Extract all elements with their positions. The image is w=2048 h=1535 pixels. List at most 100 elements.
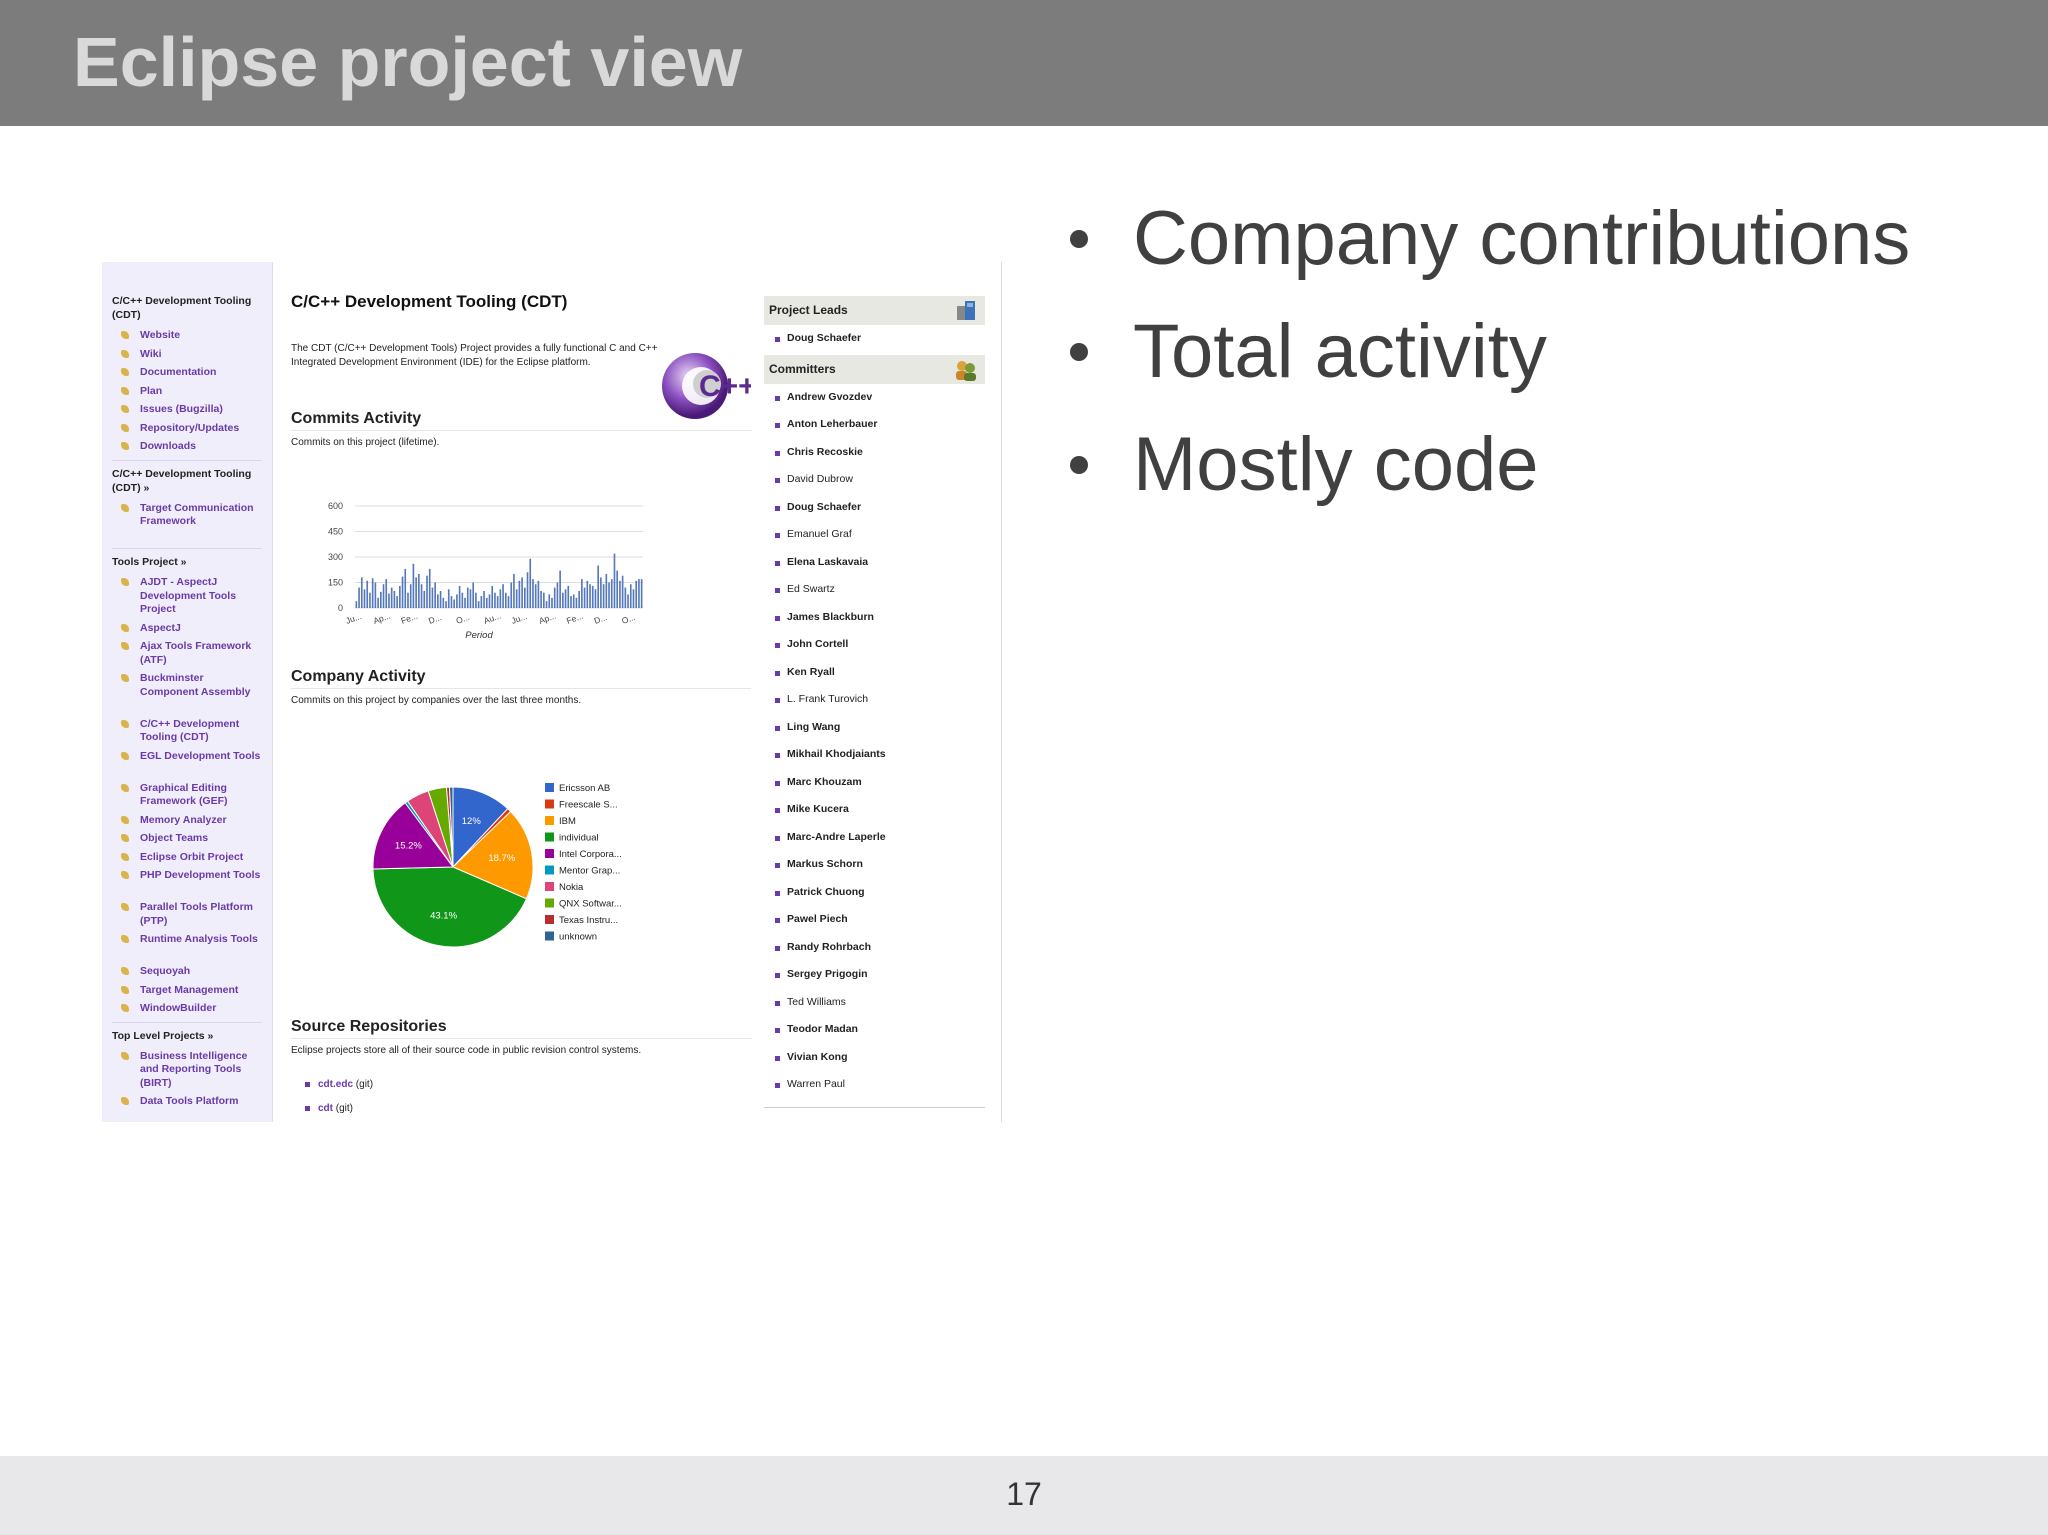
nav-link-label: AJDT - AspectJ Development Tools Project [140, 576, 237, 615]
nav-link[interactable]: Runtime Analysis Tools [121, 933, 261, 947]
person-link[interactable]: Sergey Prigogin [764, 961, 985, 989]
commit-bar [572, 594, 575, 608]
nav-link[interactable]: PHP Development Tools [121, 869, 261, 883]
person-link[interactable]: Patrick Chuong [764, 879, 985, 907]
nav-link[interactable]: Target Communication Framework [121, 502, 261, 529]
person-link[interactable]: Andrew Gvozdev [764, 384, 985, 412]
nav-link[interactable]: Issues (Bugzilla) [121, 403, 261, 417]
repo-link[interactable]: cdt.edc [318, 1079, 353, 1090]
x-tick-label: Fe... [399, 611, 418, 626]
nav-link[interactable]: C/C++ Development Tooling (CDT) [121, 718, 261, 745]
commit-bar [390, 587, 393, 608]
y-tick-label: 450 [328, 527, 343, 537]
nav-link[interactable]: Target Management [121, 984, 261, 998]
person-link[interactable]: Vivian Kong [764, 1044, 985, 1072]
commit-bar [385, 579, 388, 608]
person-link[interactable]: L. Frank Turovich [764, 686, 985, 714]
nav-link[interactable]: Plan [121, 385, 261, 399]
bullet-square-icon [775, 1083, 780, 1088]
nav-link[interactable]: Data Tools Platform [121, 1095, 261, 1109]
legend-swatch [545, 799, 554, 809]
nav-link[interactable]: Downloads [121, 440, 261, 454]
nav-link[interactable]: Documentation [121, 366, 261, 380]
person-link[interactable]: Chris Recoskie [764, 439, 985, 467]
nav-link[interactable]: WindowBuilder [121, 1002, 261, 1016]
bullet-square-icon [775, 505, 780, 511]
commit-bar [366, 580, 369, 608]
nav-link[interactable]: AJDT - AspectJ Development Tools Project [121, 576, 261, 617]
commit-bar [583, 587, 586, 608]
legend-swatch [545, 931, 554, 941]
person-link[interactable]: Anton Leherbauer [764, 411, 985, 439]
person-link[interactable]: Pawel Piech [764, 906, 985, 934]
bullet-dot-icon [1070, 455, 1088, 474]
nav-link[interactable]: Eclipse Orbit Project [121, 851, 261, 865]
person-link[interactable]: Ted Williams [764, 989, 985, 1017]
commit-bar [393, 591, 396, 608]
repo-type: (git) [355, 1079, 374, 1090]
commit-bar [627, 594, 629, 608]
person-name: Anton Leherbauer [787, 418, 878, 430]
person-link[interactable]: John Cortell [764, 631, 985, 659]
legend-label: Intel Corpora... [559, 849, 622, 860]
nav-link[interactable]: Buckminster Component Assembly [121, 672, 261, 699]
bullet-square-icon [775, 395, 780, 401]
nav-link-label: Parallel Tools Platform (PTP) [140, 901, 254, 927]
person-link[interactable]: Mikhail Khodjaiants [764, 741, 985, 769]
commit-bar [494, 592, 496, 608]
commit-bar [502, 584, 504, 608]
commit-bar [480, 596, 483, 608]
person-link[interactable]: Warren Paul [764, 1071, 985, 1099]
nav-link[interactable]: Sequoyah [121, 965, 261, 979]
leaf-icon [121, 871, 129, 879]
nav-link[interactable]: Graphical Editing Framework (GEF) [121, 782, 261, 809]
legend-label: IBM [559, 816, 576, 827]
commit-bar [629, 584, 632, 608]
commit-bar [447, 589, 450, 608]
leaf-icon [121, 368, 129, 376]
person-link[interactable]: Marc Khouzam [764, 769, 985, 797]
person-name: James Blackburn [787, 610, 874, 623]
y-tick-label: 600 [328, 501, 343, 511]
repo-item[interactable]: cdt (git) [305, 1103, 353, 1114]
legend-swatch [545, 816, 554, 825]
commits-section-subtitle: Commits on this project (lifetime). [291, 437, 440, 448]
commit-bar [358, 587, 360, 608]
nav-link[interactable]: AspectJ [121, 622, 261, 636]
nav-link[interactable]: Object Teams [121, 832, 261, 846]
nav-link[interactable]: Business Intelligence and Reporting Tool… [121, 1050, 261, 1091]
person-link[interactable]: James Blackburn [764, 604, 985, 632]
person-link[interactable]: David Dubrow [764, 466, 985, 494]
person-link[interactable]: Emanuel Graf [764, 521, 985, 549]
bullet-text: Mostly code [1133, 422, 1539, 507]
nav-link[interactable]: Website [121, 329, 261, 343]
person-link[interactable]: Randy Rohrbach [764, 934, 985, 962]
person-link[interactable]: Ken Ryall [764, 659, 985, 687]
legend-label: Freescale S... [559, 800, 618, 811]
nav-link[interactable]: Ajax Tools Framework (ATF) [121, 640, 261, 667]
commit-bar [564, 589, 567, 608]
person-link[interactable]: Doug Schaefer [764, 325, 985, 353]
person-link[interactable]: Ling Wang [764, 714, 985, 742]
nav-link[interactable]: Repository/Updates [121, 422, 261, 436]
eclipse-page-screenshot: C/C++ Development Tooling (CDT) Website Wi… [102, 262, 1002, 1122]
bullet-item: Total activity [1065, 295, 1910, 408]
person-link[interactable]: Markus Schorn [764, 851, 985, 879]
nav-link[interactable]: Wiki [121, 348, 261, 362]
person-link[interactable]: Marc-Andre Laperle [764, 824, 985, 852]
person-link[interactable]: Teodor Madan [764, 1016, 985, 1044]
nav-link-label: Target Communication Framework [140, 501, 254, 528]
nav-link[interactable]: Memory Analyzer [121, 814, 261, 828]
x-tick-label: D... [593, 612, 609, 626]
person-link[interactable]: Elena Laskavaia [764, 549, 985, 577]
person-link[interactable]: Doug Schaefer [764, 494, 985, 522]
person-link[interactable]: Mike Kucera [764, 796, 985, 824]
person-link[interactable]: Ed Swartz [764, 576, 985, 604]
bullet-square-icon [775, 450, 780, 456]
repo-link[interactable]: cdt [318, 1103, 333, 1114]
person-name: Vivian Kong [787, 1050, 848, 1063]
repo-item[interactable]: cdt.edc (git) [305, 1079, 373, 1090]
nav-link[interactable]: EGL Development Tools [121, 750, 261, 764]
nav-group-title: Tools Project » [112, 556, 187, 568]
nav-link[interactable]: Parallel Tools Platform (PTP) [121, 901, 261, 928]
